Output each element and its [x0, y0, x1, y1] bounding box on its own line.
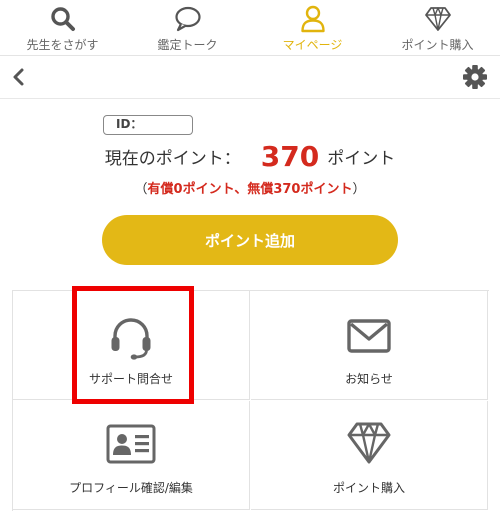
nav-item-label: マイページ: [282, 38, 343, 52]
chat-bubble-icon: [173, 4, 203, 34]
nav-item-consult-talk[interactable]: 鑑定トーク: [125, 0, 250, 55]
gear-icon[interactable]: [462, 64, 488, 90]
points-breakdown-text: 有償0ポイント、無償370ポイント: [147, 182, 353, 197]
points-breakdown-open: （: [134, 182, 148, 197]
menu-item-news[interactable]: お知らせ: [251, 291, 488, 400]
menu-item-label: サポート問合せ: [88, 372, 173, 386]
nav-item-mypage[interactable]: マイページ: [250, 0, 375, 55]
nav-item-label: 鑑定トーク: [157, 38, 218, 52]
search-icon: [48, 4, 78, 34]
menu-item-label: プロフィール確認/編集: [69, 481, 193, 495]
nav-item-buy-points[interactable]: ポイント購入: [375, 0, 500, 55]
user-id-box: ID：: [103, 115, 193, 135]
menu-item-buy-points[interactable]: ポイント購入: [251, 401, 488, 510]
id-card-icon: [13, 424, 249, 464]
diamond-icon: [423, 4, 453, 34]
add-points-button-label: ポイント追加: [204, 231, 295, 250]
person-icon: [298, 4, 328, 34]
envelope-icon: [251, 319, 487, 353]
menu-item-profile[interactable]: プロフィール確認/編集: [13, 401, 250, 510]
chevron-left-icon[interactable]: [10, 66, 30, 88]
points-unit: ポイント: [327, 149, 396, 169]
page-header: [0, 56, 500, 99]
headset-icon: [13, 316, 249, 360]
menu-grid: サポート問合せ お知らせ プロフィール確認/編集 ポイント購入: [12, 290, 489, 511]
menu-item-label: お知らせ: [345, 372, 393, 386]
current-points: 現在のポイント： 370 ポイント: [0, 140, 500, 180]
top-nav: 先生をさがす 鑑定トーク マイページ ポイント購入: [0, 0, 500, 56]
nav-item-search-teacher[interactable]: 先生をさがす: [0, 0, 125, 55]
diamond-icon: [251, 421, 487, 465]
menu-item-label: ポイント購入: [332, 481, 405, 495]
menu-item-support[interactable]: サポート問合せ: [13, 291, 250, 400]
add-points-button[interactable]: ポイント追加: [102, 215, 398, 265]
nav-item-label: ポイント購入: [401, 38, 474, 52]
nav-item-label: 先生をさがす: [26, 38, 99, 52]
points-breakdown: （有償0ポイント、無償370ポイント）: [0, 178, 500, 197]
user-id-label: ID：: [116, 117, 143, 131]
points-label: 現在のポイント：: [104, 149, 241, 169]
points-breakdown-close: ）: [352, 182, 366, 197]
points-value: 370: [260, 140, 320, 173]
